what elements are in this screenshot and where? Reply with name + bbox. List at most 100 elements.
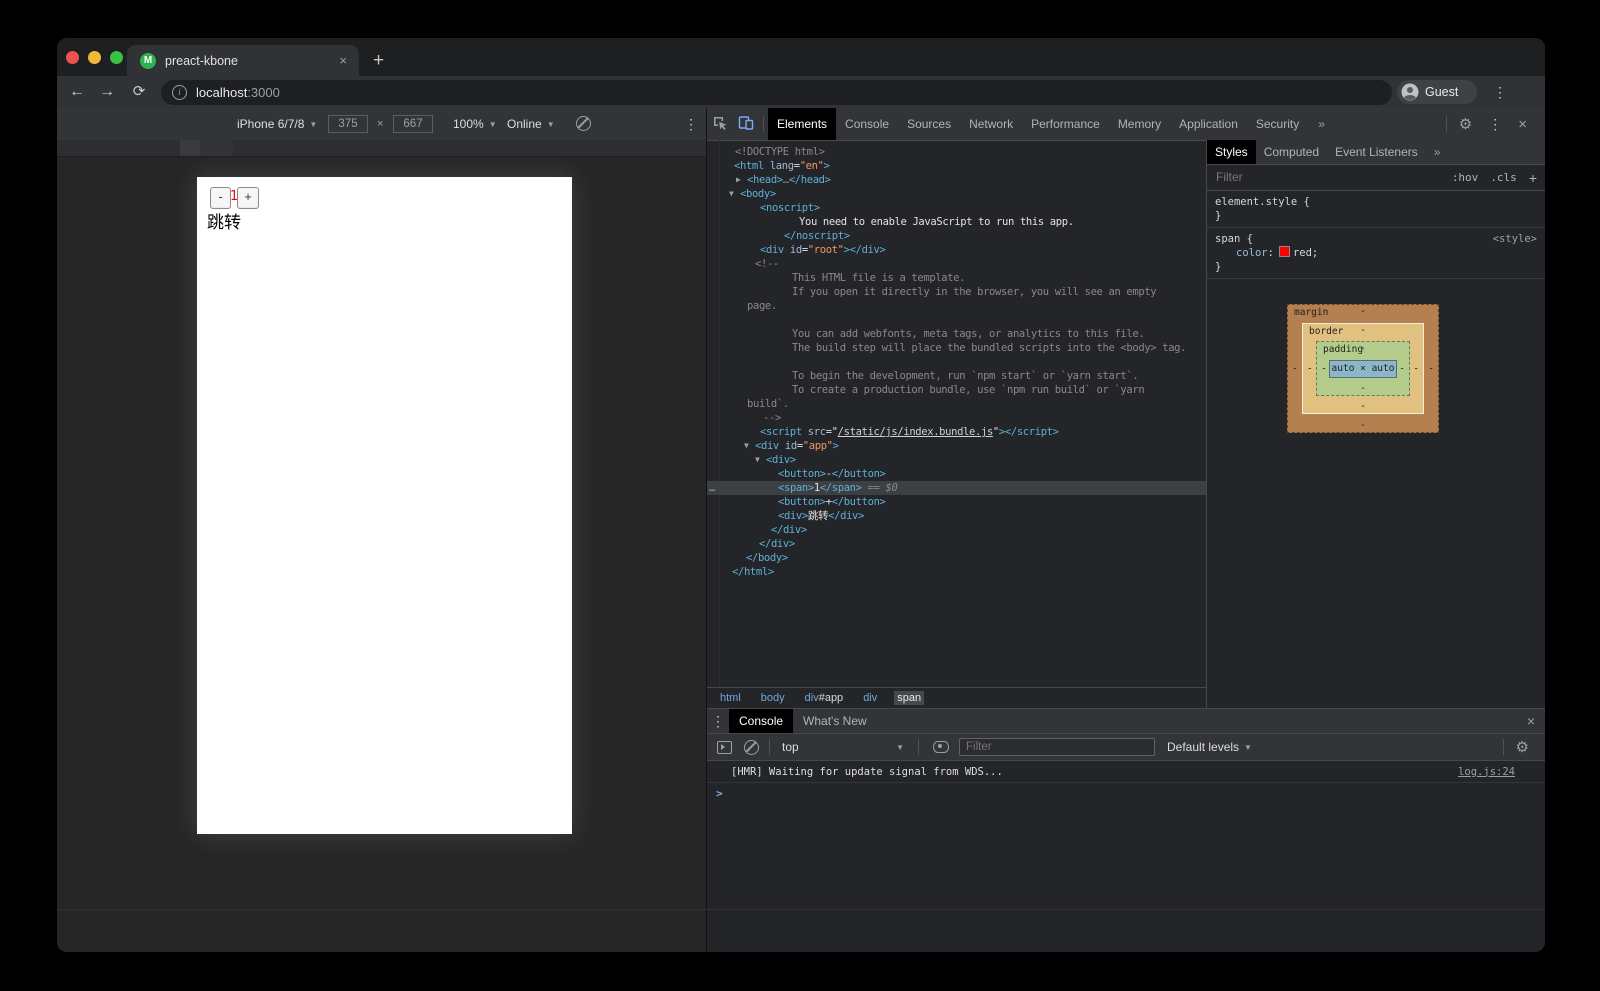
styles-tab-computed[interactable]: Computed — [1256, 140, 1327, 164]
dom-tree-row[interactable]: <div id="root"></div> — [707, 243, 1206, 257]
console-filter-input[interactable]: Filter — [959, 738, 1155, 756]
site-info-icon[interactable]: i — [172, 85, 187, 100]
css-property-value[interactable]: red; — [1293, 247, 1318, 259]
dom-tree-row[interactable]: <div>跳转</div> — [707, 509, 1206, 523]
console-settings-gear-icon[interactable]: ⚙ — [1508, 738, 1537, 756]
device-select[interactable]: iPhone 6/7/8 ▼ — [237, 108, 317, 140]
devtools-tab-console[interactable]: Console — [836, 108, 898, 140]
dom-tree-row[interactable]: <!-- — [707, 257, 1206, 271]
back-icon[interactable]: ← — [65, 76, 89, 108]
device-toolbar-menu-icon[interactable]: ⋮ — [684, 108, 698, 140]
devtools-tab-security[interactable]: Security — [1247, 108, 1308, 140]
styles-filter-input[interactable]: Filter — [1216, 170, 1243, 184]
device-width-input[interactable]: 375 — [328, 115, 368, 133]
box-model-border[interactable]: border padding auto × auto ---- ---- — [1302, 323, 1424, 414]
dom-tree-row[interactable]: </noscript> — [707, 229, 1206, 243]
span-rule-block[interactable]: <style> span { color:red; } — [1207, 228, 1545, 279]
throttling-select[interactable]: Online ▼ — [507, 108, 555, 140]
dom-tree-row[interactable]: page. — [707, 299, 1206, 313]
console-log-source-link[interactable]: log.js:24 — [1458, 766, 1515, 778]
expand-arrow-open-icon[interactable]: ▼ — [729, 187, 740, 201]
expand-arrow-open-icon[interactable]: ▼ — [744, 439, 755, 453]
devtools-menu-icon[interactable]: ⋮ — [1480, 116, 1510, 133]
color-swatch[interactable] — [1279, 246, 1290, 257]
minimize-window-button[interactable] — [88, 51, 101, 64]
cls-toggle[interactable]: .cls — [1490, 171, 1517, 184]
profile-chip[interactable]: Guest — [1397, 80, 1477, 104]
devtools-tab-network[interactable]: Network — [960, 108, 1022, 140]
dom-tree-row[interactable]: build`. — [707, 397, 1206, 411]
drawer-menu-icon[interactable]: ⋮ — [707, 713, 729, 730]
expand-arrow-open-icon[interactable]: ▼ — [755, 453, 766, 467]
hov-toggle[interactable]: :hov — [1452, 171, 1479, 184]
console-log-row[interactable]: [HMR] Waiting for update signal from WDS… — [707, 761, 1545, 783]
devtools-tab-performance[interactable]: Performance — [1022, 108, 1109, 140]
devtools-tab-elements[interactable]: Elements — [768, 108, 836, 140]
dom-tree-row[interactable]: <script src="/static/js/index.bundle.js"… — [707, 425, 1206, 439]
browser-tab[interactable]: M preact-kbone × — [127, 45, 359, 76]
styles-tab-styles[interactable]: Styles — [1207, 140, 1256, 164]
toggle-device-toolbar-icon[interactable] — [733, 115, 759, 134]
dom-tree-row[interactable]: </div> — [707, 537, 1206, 551]
zoom-select[interactable]: 100% ▼ — [453, 108, 497, 140]
inspect-element-icon[interactable] — [707, 115, 733, 134]
dom-tree-row[interactable]: The build step will place the bundled sc… — [707, 341, 1206, 355]
styles-tab-event-listeners[interactable]: Event Listeners — [1327, 140, 1426, 164]
breadcrumb-item-html[interactable]: html — [717, 691, 744, 705]
dom-tree-row[interactable]: …<span>1</span> == $0 — [707, 481, 1206, 495]
dom-tree-row[interactable]: <!DOCTYPE html> — [707, 145, 1206, 159]
rule-source-link[interactable]: <style> — [1493, 232, 1537, 246]
dom-tree-row[interactable]: <html lang="en"> — [707, 159, 1206, 173]
console-sidebar-icon[interactable] — [717, 741, 732, 754]
console-prompt[interactable]: > — [707, 783, 1545, 803]
devtools-tab-memory[interactable]: Memory — [1109, 108, 1170, 140]
element-style-block[interactable]: element.style { } — [1207, 191, 1545, 228]
expand-arrow-closed-icon[interactable]: ▶ — [736, 173, 747, 187]
dom-tree-row[interactable]: --> — [707, 411, 1206, 425]
increment-button[interactable]: + — [237, 187, 259, 209]
breadcrumb-item-div[interactable]: div — [860, 691, 880, 705]
dom-tree-row[interactable]: <noscript> — [707, 201, 1206, 215]
live-expression-eye-icon[interactable] — [933, 741, 949, 753]
breadcrumb-item-span[interactable]: span — [894, 691, 924, 705]
decrement-button[interactable]: - — [210, 187, 231, 209]
dom-tree-row[interactable]: ▼<div id="app"> — [707, 439, 1206, 453]
browser-menu-icon[interactable]: ⋮ — [1493, 76, 1507, 108]
dom-tree-row[interactable]: To create a production bundle, use `npm … — [707, 383, 1206, 397]
log-levels-select[interactable]: Default levels ▼ — [1167, 740, 1252, 754]
dom-tree-row[interactable]: You can add webfonts, meta tags, or anal… — [707, 327, 1206, 341]
tab-close-icon[interactable]: × — [339, 53, 347, 68]
clear-console-icon[interactable] — [744, 740, 759, 755]
close-window-button[interactable] — [66, 51, 79, 64]
jump-link[interactable]: 跳转 — [207, 208, 241, 233]
dom-tree-row[interactable]: ▼<body> — [707, 187, 1206, 201]
styles-more-tabs-icon[interactable]: » — [1426, 145, 1449, 159]
devtools-tab-application[interactable]: Application — [1170, 108, 1247, 140]
tab-console[interactable]: Console — [729, 709, 793, 733]
rotate-device-icon[interactable] — [576, 116, 591, 131]
reload-icon[interactable]: ⟳ — [127, 76, 151, 108]
js-context-select[interactable]: top ▼ — [782, 740, 914, 754]
device-height-input[interactable]: 667 — [393, 115, 433, 133]
dom-tree-row[interactable]: </body> — [707, 551, 1206, 565]
dom-tree-row[interactable]: </div> — [707, 523, 1206, 537]
dom-tree-row[interactable]: ▶<head>…</head> — [707, 173, 1206, 187]
new-style-rule-icon[interactable]: + — [1529, 170, 1537, 186]
tab-whats-new[interactable]: What's New — [793, 709, 877, 733]
dom-tree-row[interactable]: This HTML file is a template. — [707, 271, 1206, 285]
devtools-tab-sources[interactable]: Sources — [898, 108, 960, 140]
dom-tree-row[interactable]: <button>-</button> — [707, 467, 1206, 481]
dom-tree-row[interactable]: </html> — [707, 565, 1206, 579]
dom-tree-row[interactable]: <button>+</button> — [707, 495, 1206, 509]
dom-tree-row[interactable]: ▼<div> — [707, 453, 1206, 467]
box-model-margin[interactable]: margin border padding auto × auto ---- -… — [1287, 304, 1439, 433]
settings-gear-icon[interactable]: ⚙ — [1451, 115, 1480, 133]
fullscreen-window-button[interactable] — [110, 51, 123, 64]
drawer-close-icon[interactable]: × — [1527, 713, 1535, 729]
dom-tree-row[interactable]: To begin the development, run `npm start… — [707, 369, 1206, 383]
box-model-content[interactable]: auto × auto — [1329, 360, 1397, 378]
box-model-padding[interactable]: padding auto × auto ---- — [1316, 341, 1410, 396]
dom-tree-row[interactable]: If you open it directly in the browser, … — [707, 285, 1206, 299]
new-tab-button[interactable]: + — [373, 45, 384, 76]
breadcrumb-item-div#app[interactable]: div#app — [802, 691, 847, 705]
